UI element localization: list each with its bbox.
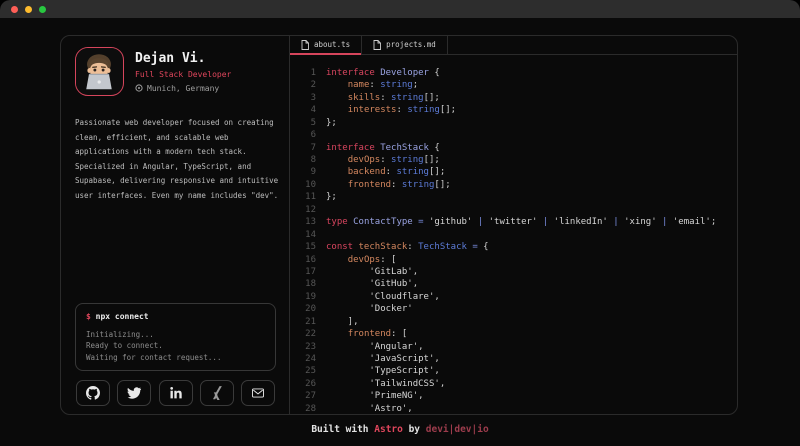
code-line: 11}; (300, 191, 737, 203)
code-line: 15const techStack: TechStack = { (300, 241, 737, 253)
email-icon (251, 386, 265, 400)
github-button[interactable] (76, 380, 110, 406)
footer-by: by (403, 424, 426, 435)
code-line: 1interface Developer { (300, 67, 737, 79)
location-icon (135, 84, 143, 92)
code-line: 8 devOps: string[]; (300, 154, 737, 166)
editor-tabbar: about.ts projects.md (290, 36, 737, 55)
code-line: 24 'JavaScript', (300, 353, 737, 365)
terminal-command-text: npx connect (91, 312, 149, 321)
code-line: 10 frontend: string[]; (300, 179, 737, 191)
profile-role: Full Stack Developer (135, 70, 231, 79)
titlebar (0, 0, 800, 18)
profile-name: Dejan Vi. (135, 51, 231, 66)
code-line: 16 devOps: [ (300, 254, 737, 266)
traffic-light-minimize[interactable] (25, 6, 32, 13)
code-line: 7interface TechStack { (300, 142, 737, 154)
profile-header: Dejan Vi. Full Stack Developer Munich, G… (75, 47, 276, 96)
footer-brand-link[interactable]: devi|dev|io (426, 424, 489, 435)
traffic-light-zoom[interactable] (39, 6, 46, 13)
footer: Built with Astro by devi|dev|io (0, 424, 800, 435)
twitter-icon (127, 386, 141, 400)
xing-button[interactable] (200, 380, 234, 406)
terminal-output-line: Ready to connect. (86, 340, 265, 352)
profile-location: Munich, Germany (135, 84, 231, 93)
bio-line: Passionate web developer focused on crea… (75, 116, 276, 131)
code-line: 4 interests: string[]; (300, 104, 737, 116)
code-line: 20 'Docker' (300, 303, 737, 315)
code-line: 12 (300, 204, 737, 216)
bio-line: Supabase, delivering responsive and intu… (75, 174, 276, 189)
identity-block: Dejan Vi. Full Stack Developer Munich, G… (135, 51, 231, 93)
code-line: 28 'Astro', (300, 403, 737, 414)
bio-line: user interfaces. Even my name includes "… (75, 189, 276, 204)
code-line: 27 'PrimeNG', (300, 390, 737, 402)
github-icon (86, 386, 100, 400)
bio-text: Passionate web developer focused on crea… (75, 116, 276, 204)
code-line: 18 'GitHub', (300, 278, 737, 290)
code-line: 3 skills: string[]; (300, 92, 737, 104)
code-line: 13type ContactType = 'github' | 'twitter… (300, 216, 737, 228)
memoji-developer-icon (76, 48, 122, 94)
terminal-output-line: Initializing... (86, 329, 265, 341)
code-line: 21 ], (300, 316, 737, 328)
code-line: 14 (300, 229, 737, 241)
code-line: 17 'GitLab', (300, 266, 737, 278)
footer-astro-link[interactable]: Astro (374, 424, 403, 435)
twitter-button[interactable] (117, 380, 151, 406)
bio-line: Specialized in Angular, TypeScript, and (75, 160, 276, 175)
code-line: 5}; (300, 117, 737, 129)
code-line: 9 backend: string[]; (300, 166, 737, 178)
social-links (75, 380, 276, 406)
terminal-output-line: Waiting for contact request... (86, 352, 265, 364)
code-lines: 1interface Developer {2 name: string;3 s… (290, 55, 737, 414)
code-line: 6 (300, 129, 737, 141)
location-text: Munich, Germany (147, 84, 219, 93)
code-line: 22 frontend: [ (300, 328, 737, 340)
code-editor: about.ts projects.md 1interface Develope… (290, 36, 737, 414)
bio-line: applications with a modern tech stack. (75, 145, 276, 160)
code-line: 2 name: string; (300, 79, 737, 91)
file-icon (301, 40, 309, 50)
terminal-command: $ npx connect (86, 312, 265, 321)
email-button[interactable] (241, 380, 275, 406)
tab-about-ts[interactable]: about.ts (290, 36, 362, 54)
file-icon (373, 40, 381, 50)
code-line: 26 'TailwindCSS', (300, 378, 737, 390)
browser-window: Dejan Vi. Full Stack Developer Munich, G… (0, 0, 800, 446)
xing-icon (211, 386, 222, 400)
code-line: 25 'TypeScript', (300, 365, 737, 377)
portfolio-card: Dejan Vi. Full Stack Developer Munich, G… (60, 35, 738, 415)
tab-projects-md[interactable]: projects.md (362, 36, 448, 54)
bio-line: clean, efficient, and scalable web (75, 131, 276, 146)
code-line: 23 'Angular', (300, 341, 737, 353)
avatar (75, 47, 124, 96)
code-line: 19 'Cloudflare', (300, 291, 737, 303)
linkedin-button[interactable] (159, 380, 193, 406)
linkedin-icon (170, 387, 182, 400)
footer-built-with: Built with (311, 424, 374, 435)
tab-label: about.ts (314, 40, 350, 49)
tab-label: projects.md (386, 40, 436, 49)
profile-pane: Dejan Vi. Full Stack Developer Munich, G… (61, 36, 290, 414)
terminal-widget: $ npx connect Initializing... Ready to c… (75, 303, 276, 372)
traffic-light-close[interactable] (11, 6, 18, 13)
